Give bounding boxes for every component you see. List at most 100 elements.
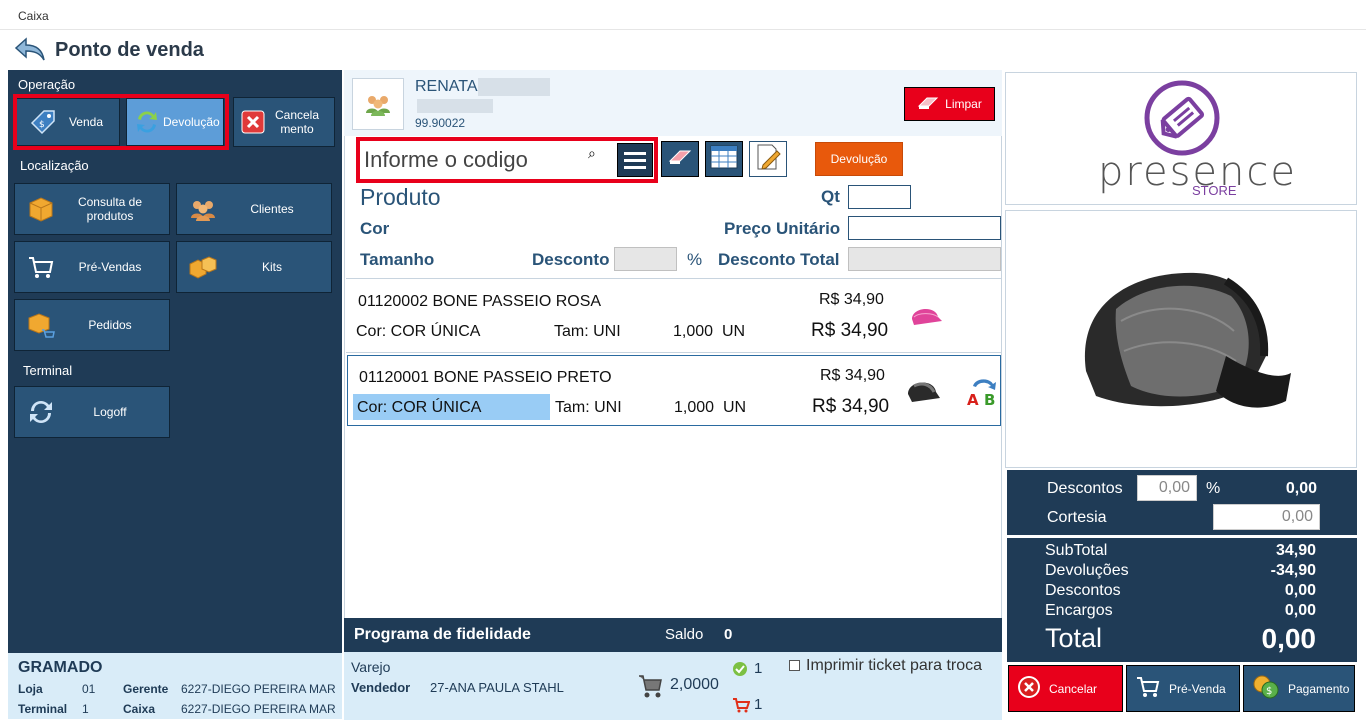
discount-panel: Descontos 0,00 % 0,00 Cortesia 0,00 [1007,470,1357,535]
imprimir-label: Imprimir ticket para troca [806,657,983,674]
vendedor-label: Vendedor [351,680,411,695]
black-cap-product-image [1076,261,1296,436]
cancel-circle-icon [1017,675,1041,702]
small-cart-icon [732,697,751,718]
product-image-box [1005,210,1357,468]
varejo-label: Varejo [351,659,391,675]
item-code-name: 01120002 BONE PASSEIO ROSA [358,293,602,310]
item-qty: 1,000 [673,323,714,340]
cancelamento-label: Cancela mento [274,108,320,136]
desconto-total-label: Desconto Total [718,250,840,269]
pre-vendas-button[interactable]: Pré-Vendas [14,241,170,293]
item-cor: Cor: COR ÚNICA [357,399,482,416]
vendedor-value: 27-ANA PAULA STAHL [430,680,564,695]
cancelar-button[interactable]: Cancelar [1008,665,1123,712]
devolucoes-value: -34,90 [1270,562,1316,579]
customer-name: RENATA [415,78,478,95]
item-unit-price: R$ 34,90 [819,291,884,308]
descontos-input[interactable]: 0,00 [1137,475,1197,501]
qt-field[interactable] [848,185,911,209]
edit-document-icon [755,143,781,176]
pagamento-button[interactable]: $ Pagamento [1243,665,1355,712]
pre-vendas-label: Pré-Vendas [78,260,142,274]
descontos-label: Descontos [1047,480,1123,497]
users-icon [187,193,219,225]
devolucao-button[interactable]: Devolução [126,98,224,146]
store-info: GRAMADO Loja 01 Gerente 6227-DIEGO PEREI… [8,653,342,719]
preco-unitario-field[interactable] [848,216,1001,240]
operacao-label: Operação [18,77,76,92]
consulta-produtos-button[interactable]: Consulta de produtos [14,183,170,235]
cart-count: 1 [754,696,763,713]
venda-button[interactable]: $ Venda [16,98,120,146]
desconto-total-field [848,247,1001,271]
item-qty: 1,000 [674,399,715,416]
pre-venda-button[interactable]: Pré-Venda [1126,665,1240,712]
devolucoes-label: Devoluções [1045,562,1129,579]
loja-label: Loja [18,682,43,696]
item-divider [346,352,1002,353]
desconto-field[interactable] [614,247,677,271]
logoff-button[interactable]: Logoff [14,386,170,438]
swap-ab-icon[interactable]: AB [965,374,999,413]
desconto-pct-symbol: % [687,250,703,269]
logoff-label: Logoff [93,405,127,419]
search-icon[interactable]: ⌕ [588,145,596,162]
limpar-button[interactable]: Limpar [904,87,995,121]
menu-button[interactable] [617,143,653,177]
coins-icon: $ [1252,674,1280,703]
kits-button[interactable]: Kits [176,241,332,293]
redacted-document [417,99,493,113]
descontos-total-value: 0,00 [1284,582,1316,599]
grid-tool-button[interactable] [705,141,743,177]
form-divider [346,278,1002,279]
cortesia-input[interactable]: 0,00 [1213,504,1320,530]
eraser-tool-icon [667,147,693,172]
caixa-label: Caixa [123,702,156,716]
redacted-surname [478,78,550,96]
clientes-label: Clientes [250,202,294,216]
item-unit: UN [722,323,746,340]
item-total: R$ 34,90 [811,320,889,341]
cancel-x-icon [240,106,266,138]
caixa-value: 6227-DIEGO PEREIRA MAR [181,702,336,716]
sale-footer: Varejo Vendedor 27-ANA PAULA STAHL 2,000… [344,652,1002,720]
devolucao-label: Devolução [163,115,220,129]
pagamento-label: Pagamento [1288,681,1350,696]
cart-outline-icon [1135,675,1161,702]
produto-label: Produto [360,184,441,210]
imprimir-checkbox[interactable] [789,660,800,671]
refresh-icon [25,396,57,428]
subtotal-label: SubTotal [1045,542,1108,559]
shopping-cart-icon [25,251,57,283]
total-value: 0,00 [1261,623,1317,654]
cart-item[interactable]: 01120002 BONE PASSEIO ROSA R$ 34,90 Cor:… [347,281,1001,353]
devolucao-action-button[interactable]: Devolução [815,142,903,176]
customer-avatar-icon[interactable] [352,78,404,130]
terminal-label: Terminal [23,363,73,378]
pedidos-button[interactable]: Pedidos [14,299,170,351]
svg-text:B: B [984,391,995,408]
subtotal-value: 34,90 [1275,542,1316,559]
search-input[interactable] [362,143,612,177]
fidelidade-label: Programa de fidelidade [354,626,531,643]
store-city: GRAMADO [18,659,103,676]
back-arrow-icon[interactable] [14,36,48,64]
fidelidade-bar: Programa de fidelidade Saldo 0 [344,618,1002,652]
saldo-label: Saldo [665,626,704,643]
svg-text:A: A [967,391,979,408]
customer-code: 99.90022 [415,116,466,130]
saldo-value: 0 [724,626,733,643]
descontos-value: 0,00 [1285,480,1317,497]
consulta-label: Consulta de produtos [77,195,143,223]
item-total: R$ 34,90 [812,396,890,417]
window-title: Caixa [18,9,49,23]
edit-tool-button[interactable] [749,141,787,177]
cart-item-selected[interactable]: 01120001 BONE PASSEIO PRETO R$ 34,90 Cor… [347,355,1001,426]
pre-venda-label: Pré-Venda [1169,681,1226,696]
limpar-label: Limpar [945,97,982,111]
eraser-tool-button[interactable] [661,141,699,177]
cancelamento-button[interactable]: Cancela mento [233,97,335,147]
clientes-button[interactable]: Clientes [176,183,332,235]
pink-cap-thumbnail-icon [908,301,944,336]
